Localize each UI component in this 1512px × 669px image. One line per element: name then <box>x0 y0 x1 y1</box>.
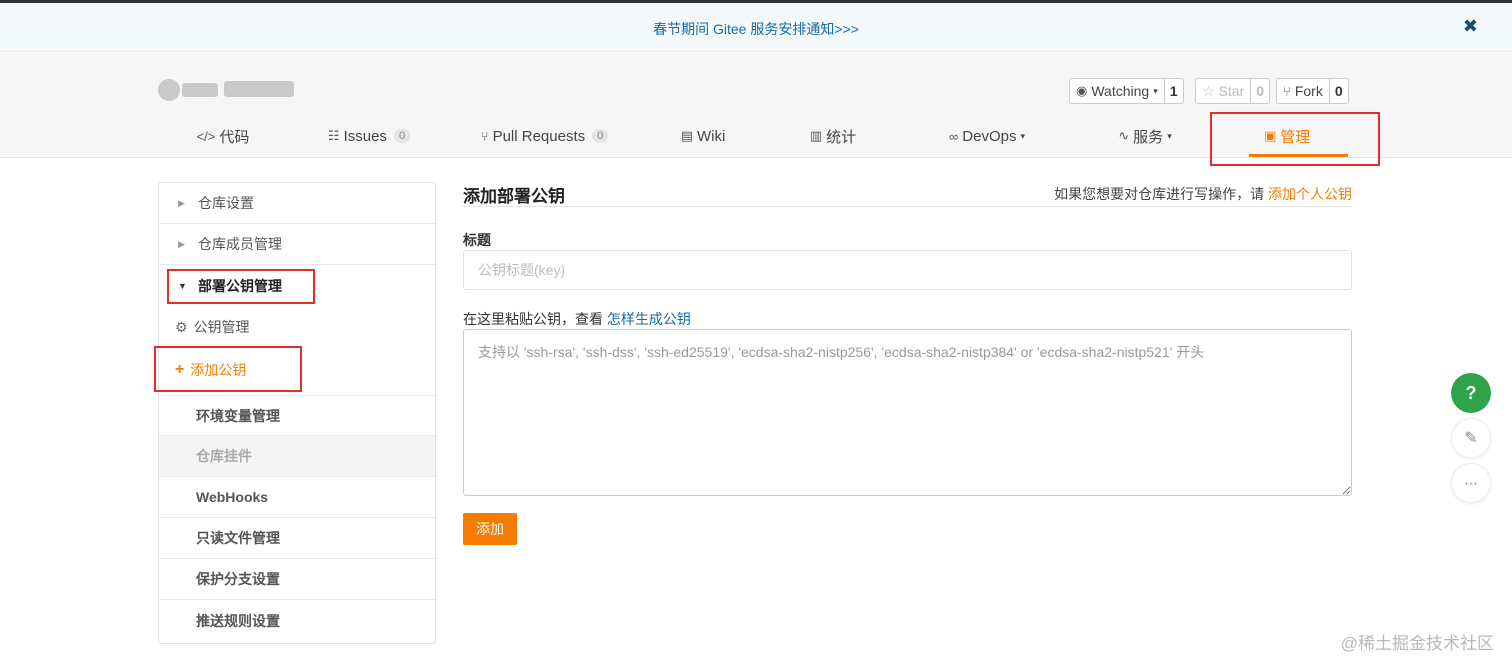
how-to-generate-key-link[interactable]: 怎样生成公钥 <box>607 311 691 327</box>
tab-issues[interactable]: ☷ Issues 0 <box>318 115 420 157</box>
watch-button[interactable]: ◉ Watching ▾ <box>1070 79 1165 103</box>
highlight-box-manage-tab <box>1210 112 1380 166</box>
wiki-icon: ▤ <box>680 128 693 143</box>
tab-label: 服务 <box>1133 128 1164 146</box>
sidebar-item-push-rules[interactable]: 推送规则设置 <box>159 600 435 641</box>
watch-count[interactable]: 1 <box>1165 79 1183 103</box>
sidebar-item-label: 保护分支设置 <box>196 571 280 587</box>
sidebar-item-label: 推送规则设置 <box>196 612 280 629</box>
star-button[interactable]: ☆ Star <box>1196 79 1252 103</box>
caret-right-icon: ▶ <box>178 197 185 208</box>
fork-label: Fork <box>1294 83 1323 99</box>
personal-key-hint: 如果您想要对仓库进行写操作，请 添加个人公钥 <box>1054 184 1352 204</box>
tab-label: DevOps <box>962 127 1017 145</box>
sidebar-item-label: 仓库挂件 <box>196 448 252 464</box>
tab-label: 代码 <box>219 128 250 146</box>
chevron-down-icon: ▾ <box>1153 85 1158 96</box>
chevron-down-icon: ▾ <box>1167 130 1172 141</box>
tab-wiki[interactable]: ▤ Wiki <box>668 115 738 157</box>
sidebar-item-widgets[interactable]: 仓库挂件 <box>159 436 435 477</box>
highlight-box-add-key <box>154 346 302 392</box>
sidebar-item-repo-settings[interactable]: ▶ 仓库设置 <box>159 183 435 224</box>
repo-name-blurred[interactable] <box>158 77 296 101</box>
caret-right-icon: ▶ <box>178 238 185 249</box>
watch-button-group[interactable]: ◉ Watching ▾ 1 <box>1069 78 1184 104</box>
issues-icon: ☷ <box>327 128 340 143</box>
pulse-icon: ∿ <box>1118 128 1130 143</box>
title-field-label: 标题 <box>463 232 491 248</box>
key-field-label: 在这里粘贴公钥，查看 怎样生成公钥 <box>463 309 691 329</box>
tab-label: 统计 <box>826 128 857 146</box>
feedback-edit-icon[interactable]: ✎ <box>1451 418 1491 458</box>
tab-code[interactable]: </> 代码 <box>178 115 268 157</box>
watch-label: Watching <box>1091 83 1150 99</box>
hint-text: 如果您想要对仓库进行写操作，请 <box>1054 186 1265 202</box>
tab-pull-requests[interactable]: ⑂ Pull Requests 0 <box>472 115 617 157</box>
sidebar-item-label: WebHooks <box>196 489 269 505</box>
key-title-input[interactable] <box>463 250 1352 290</box>
sidebar-subitem-key-management[interactable]: ⚙ 公钥管理 <box>175 317 250 337</box>
sidebar-item-readonly-files[interactable]: 只读文件管理 <box>159 518 435 559</box>
close-icon[interactable]: ✖ <box>1463 16 1478 37</box>
tab-services[interactable]: ∿ 服务 ▾ <box>1100 115 1190 157</box>
sidebar-item-protected-branches[interactable]: 保护分支设置 <box>159 559 435 600</box>
tab-label: Issues <box>343 127 387 145</box>
issues-count-badge: 0 <box>393 129 411 143</box>
settings-sidebar: ▶ 仓库设置 ▶ 仓库成员管理 ▼ 部署公钥管理 ⚙ 公钥管理 + 添加公钥 环境变量管理… <box>158 182 436 644</box>
infinity-icon: ∞ <box>949 128 959 144</box>
public-key-textarea[interactable] <box>463 329 1352 496</box>
star-label: Star <box>1218 83 1245 99</box>
sidebar-item-label: 仓库成员管理 <box>198 236 282 252</box>
sidebar-item-env-vars[interactable]: 环境变量管理 <box>159 395 435 436</box>
tab-devops[interactable]: ∞ DevOps ▾ <box>930 115 1044 157</box>
bar-chart-icon: ▥ <box>809 128 823 143</box>
star-button-group[interactable]: ☆ Star 0 <box>1195 78 1271 104</box>
key-label-text: 在这里粘贴公钥，查看 <box>463 311 603 327</box>
chevron-down-icon: ▾ <box>1020 130 1025 141</box>
tab-label: Wiki <box>696 127 726 145</box>
pull-request-icon: ⑂ <box>480 128 489 144</box>
tab-label: Pull Requests <box>492 127 586 145</box>
sidebar-item-label: 公钥管理 <box>193 319 250 335</box>
sidebar-item-label: 仓库设置 <box>198 195 254 211</box>
star-icon: ☆ <box>1202 82 1215 99</box>
fork-count[interactable]: 0 <box>1330 79 1348 103</box>
sidebar-item-label: 环境变量管理 <box>196 407 280 424</box>
sidebar-item-label: 只读文件管理 <box>196 530 280 546</box>
fork-icon: ⑂ <box>1283 83 1291 99</box>
add-personal-key-link[interactable]: 添加个人公钥 <box>1268 186 1352 202</box>
code-icon: </> <box>196 128 216 144</box>
sidebar-item-webhooks[interactable]: WebHooks <box>159 477 435 518</box>
fork-button-group[interactable]: ⑂ Fork 0 <box>1276 78 1349 104</box>
star-count[interactable]: 0 <box>1251 79 1269 103</box>
add-button[interactable]: 添加 <box>463 513 517 545</box>
fork-button[interactable]: ⑂ Fork <box>1277 79 1330 103</box>
announcement-banner: 春节期间 Gitee 服务安排通知>>> ✖ <box>0 3 1512 52</box>
watermark: @稀土掘金技术社区 <box>1340 634 1494 653</box>
gear-icon: ⚙ <box>175 318 188 335</box>
tab-stats[interactable]: ▥ 统计 <box>796 115 870 157</box>
help-button[interactable]: ? <box>1451 373 1491 413</box>
pr-count-badge: 0 <box>592 129 609 143</box>
chat-icon[interactable]: ⋯ <box>1451 463 1491 503</box>
announcement-link[interactable]: 春节期间 Gitee 服务安排通知>>> <box>0 19 1512 39</box>
eye-icon: ◉ <box>1076 83 1088 98</box>
title-divider <box>463 206 1352 207</box>
page-title: 添加部署公钥 <box>463 187 565 206</box>
highlight-box-deploy-keys <box>167 269 315 304</box>
sidebar-item-members[interactable]: ▶ 仓库成员管理 <box>159 224 435 265</box>
